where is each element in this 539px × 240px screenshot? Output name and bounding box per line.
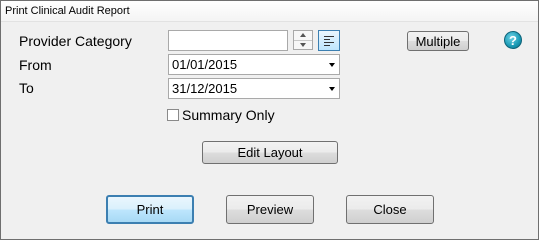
- align-left-icon: [324, 36, 334, 48]
- chevron-up-icon: [300, 33, 306, 37]
- edit-layout-label: Edit Layout: [237, 145, 303, 160]
- from-label: From: [19, 57, 52, 73]
- provider-category-label: Provider Category: [19, 33, 132, 49]
- from-date-value: 01/01/2015: [172, 57, 238, 72]
- summary-only-checkbox[interactable]: [167, 109, 179, 121]
- close-button[interactable]: Close: [346, 195, 434, 224]
- provider-category-spinner[interactable]: [293, 30, 313, 50]
- dropdown-arrow-icon[interactable]: [329, 87, 335, 91]
- multiple-button[interactable]: Multiple: [407, 31, 469, 51]
- multiple-button-label: Multiple: [415, 34, 461, 49]
- help-glyph: ?: [509, 33, 517, 48]
- title-bar[interactable]: Print Clinical Audit Report: [1, 1, 538, 22]
- provider-category-input[interactable]: [168, 30, 288, 51]
- edit-layout-button[interactable]: Edit Layout: [202, 141, 338, 164]
- from-date-picker[interactable]: 01/01/2015: [168, 54, 340, 75]
- spin-down-button[interactable]: [294, 40, 312, 49]
- print-button[interactable]: Print: [106, 195, 194, 224]
- print-button-label: Print: [136, 202, 164, 217]
- provider-list-button[interactable]: [318, 30, 340, 51]
- to-date-picker[interactable]: 31/12/2015: [168, 78, 340, 99]
- help-icon[interactable]: ?: [504, 31, 522, 49]
- dropdown-arrow-icon[interactable]: [329, 63, 335, 67]
- preview-button-label: Preview: [246, 202, 294, 217]
- chevron-down-icon: [300, 43, 306, 47]
- preview-button[interactable]: Preview: [226, 195, 314, 224]
- close-button-label: Close: [373, 202, 407, 217]
- dialog-window: Print Clinical Audit Report Provider Cat…: [0, 0, 539, 240]
- summary-only-label[interactable]: Summary Only: [182, 107, 275, 123]
- window-title: Print Clinical Audit Report: [5, 5, 130, 17]
- to-date-value: 31/12/2015: [172, 81, 238, 96]
- to-label: To: [19, 80, 34, 96]
